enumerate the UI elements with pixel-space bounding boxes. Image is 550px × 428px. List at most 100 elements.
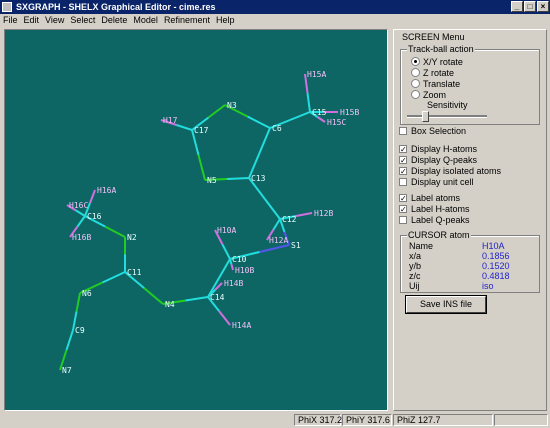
cursor-row-xa: x/a 0.1856 (409, 251, 539, 261)
radio-label: X/Y rotate (423, 57, 463, 67)
sensitivity-label: Sensitivity (427, 100, 468, 110)
bond-c12-h12b (295, 212, 313, 217)
atom-label-c15[interactable]: C15 (312, 108, 327, 117)
save-ins-button[interactable]: Save INS file (405, 295, 487, 314)
check-label-q-peaks[interactable]: Label Q-peaks (399, 215, 470, 225)
atom-label-c6[interactable]: C6 (272, 124, 282, 133)
slider-thumb[interactable] (422, 111, 429, 122)
bond-c13-c6 (258, 127, 271, 154)
cursor-title: CURSOR atom (407, 230, 471, 240)
status-phiz: PhiZ 127.7 (393, 414, 493, 426)
menu-delete[interactable]: Delete (98, 14, 130, 27)
atom-label-c17[interactable]: C17 (194, 126, 209, 135)
radio-xy-rotate[interactable]: X/Y rotate (411, 57, 463, 67)
atom-label-h16b[interactable]: H16B (72, 233, 91, 242)
radio-zoom[interactable]: Zoom (411, 90, 446, 100)
bond-n5-c13 (226, 177, 250, 180)
bond-c10-c14 (218, 258, 231, 279)
atom-label-c10[interactable]: C10 (232, 255, 247, 264)
menu-refinement[interactable]: Refinement (161, 14, 213, 27)
check-display-unit-cell[interactable]: Display unit cell (399, 177, 474, 187)
atom-label-c12[interactable]: C12 (282, 215, 297, 224)
atom-label-s1[interactable]: S1 (291, 241, 301, 250)
atom-label-c14[interactable]: C14 (210, 293, 225, 302)
menu-model[interactable]: Model (130, 14, 161, 27)
bond-c15-c6 (289, 111, 311, 121)
atom-label-c13[interactable]: C13 (251, 174, 266, 183)
atom-label-h12b[interactable]: H12B (314, 209, 333, 218)
atom-label-n6[interactable]: N6 (82, 289, 92, 298)
cursor-value: 0.1856 (482, 251, 510, 261)
radio-translate[interactable]: Translate (411, 79, 460, 89)
bond-s1-c10 (259, 244, 290, 253)
check-display-isolated[interactable]: ✓ Display isolated atoms (399, 166, 501, 176)
check-label: Display Q-peaks (411, 155, 478, 165)
menu-bar: File Edit View Select Delete Model Refin… (0, 14, 550, 27)
close-button[interactable]: × (537, 1, 549, 12)
cursor-value: H10A (482, 241, 505, 251)
radio-z-rotate[interactable]: Z rotate (411, 68, 454, 78)
check-label: Label H-atoms (411, 204, 470, 214)
atom-label-c16[interactable]: C16 (87, 212, 102, 221)
maximize-button[interactable]: □ (524, 1, 536, 12)
bond-n3-c6 (247, 115, 271, 129)
checkbox (399, 215, 407, 224)
sensitivity-slider[interactable] (407, 111, 487, 122)
cursor-value: iso (482, 281, 494, 291)
atom-label-h15b[interactable]: H15B (340, 108, 359, 117)
check-label: Display unit cell (411, 177, 474, 187)
atom-label-h16c[interactable]: H16C (69, 201, 88, 210)
status-phix: PhiX 317.2 (294, 414, 343, 426)
radio-dot (411, 68, 420, 78)
atom-label-h10a[interactable]: H10A (217, 226, 236, 235)
bond-h15a-c15 (306, 92, 311, 113)
menu-select[interactable]: Select (67, 14, 98, 27)
radio-label: Zoom (423, 90, 447, 100)
atom-label-n2[interactable]: N2 (127, 233, 137, 242)
status-bar: PhiX 317.2 PhiY 317.6 PhiZ 127.7 (0, 413, 550, 428)
check-label: Display isolated atoms (411, 166, 502, 176)
atom-label-n4[interactable]: N4 (165, 300, 175, 309)
molecule-drawing[interactable]: H15A C15 H15BH15C H17 C17 N3 C6 N5 C13 H16A H16C C1… (5, 30, 387, 410)
atom-label-h15a[interactable]: H15A (307, 70, 326, 79)
menu-view[interactable]: View (42, 14, 67, 27)
bond-n2-c16 (104, 225, 126, 238)
check-display-h-atoms[interactable]: ✓ Display H-atoms (399, 144, 477, 154)
atom-label-h17[interactable]: H17 (163, 116, 178, 125)
screen-menu-panel: SCREEN Menu Track-ball action X/Y rotate… (393, 29, 547, 411)
trackball-title: Track-ball action (407, 44, 475, 54)
check-display-q-peaks[interactable]: ✓ Display Q-peaks (399, 155, 477, 165)
atom-label-h14b[interactable]: H14B (224, 279, 243, 288)
bond-c9-n7 (65, 329, 74, 351)
status-value: 127.7 (418, 415, 441, 425)
atom-label-h10b[interactable]: H10B (235, 266, 254, 275)
bond-n4-c11 (143, 287, 164, 305)
checkbox: ✓ (399, 166, 407, 176)
atom-label-h12a[interactable]: H12A (269, 236, 288, 245)
radio-label: Translate (423, 79, 461, 89)
checkbox: ✓ (399, 144, 407, 154)
atom-label-h15c[interactable]: H15C (327, 118, 346, 127)
cursor-row-name: Name H10A (409, 241, 539, 251)
menu-edit[interactable]: Edit (21, 14, 43, 27)
atom-label-h16a[interactable]: H16A (97, 186, 116, 195)
cursor-key: y/b (409, 261, 422, 271)
atom-label-c9[interactable]: C9 (75, 326, 85, 335)
menu-help[interactable]: Help (213, 14, 238, 27)
check-label-atoms[interactable]: ✓ Label atoms (399, 193, 460, 203)
menu-file[interactable]: File (0, 14, 21, 27)
bond-c16-h16a (89, 189, 96, 204)
atom-label-c11[interactable]: C11 (127, 268, 142, 277)
atom-label-n5[interactable]: N5 (207, 176, 217, 185)
atom-label-n7[interactable]: N7 (62, 366, 72, 375)
minimize-button[interactable]: _ (511, 1, 523, 12)
atom-label-h14a[interactable]: H14A (232, 321, 251, 330)
check-label-h-atoms[interactable]: ✓ Label H-atoms (399, 204, 470, 214)
status-value: 317.2 (319, 415, 343, 425)
bond-c17-n3 (207, 104, 226, 119)
atom-label-n3[interactable]: N3 (227, 101, 237, 110)
cursor-key: Name (409, 241, 434, 251)
check-box-selection[interactable]: Box Selection (399, 126, 466, 136)
bond-c10-h10b (230, 264, 234, 271)
molecule-viewport[interactable]: H15A C15 H15B H15C H17 C17 N3 C6 N5 C13 H16A H16C C1… (4, 29, 388, 411)
